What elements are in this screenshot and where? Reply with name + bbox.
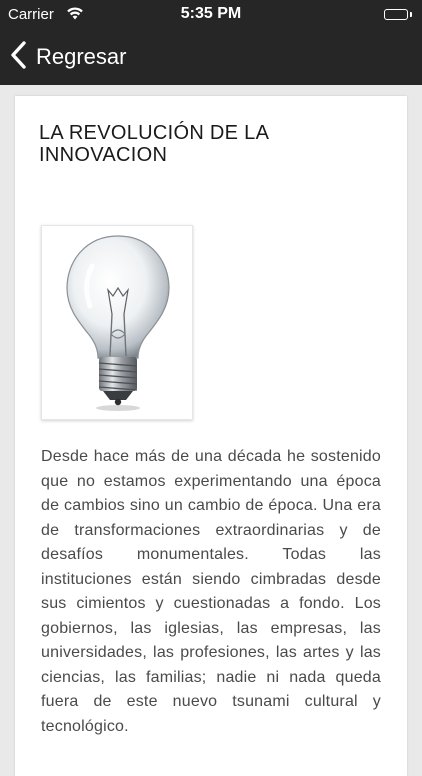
back-button-label: Regresar bbox=[36, 44, 127, 69]
article-body: Desde hace más de una década he sostenid… bbox=[41, 448, 381, 735]
light-bulb-image bbox=[41, 225, 193, 420]
navigation-bar: Regresar bbox=[0, 30, 422, 85]
article-title: LA REVOLUCIÓN DE LA INNOVACION bbox=[39, 122, 269, 166]
chevron-left-icon bbox=[8, 40, 30, 75]
back-button[interactable]: Regresar bbox=[8, 40, 126, 74]
battery-icon bbox=[384, 9, 412, 20]
article-card: LA REVOLUCIÓN DE LA INNOVACION Desde hac… bbox=[15, 96, 407, 776]
status-bar: Carrier 5:35 PM bbox=[0, 0, 422, 30]
status-time: 5:35 PM bbox=[180, 5, 242, 22]
